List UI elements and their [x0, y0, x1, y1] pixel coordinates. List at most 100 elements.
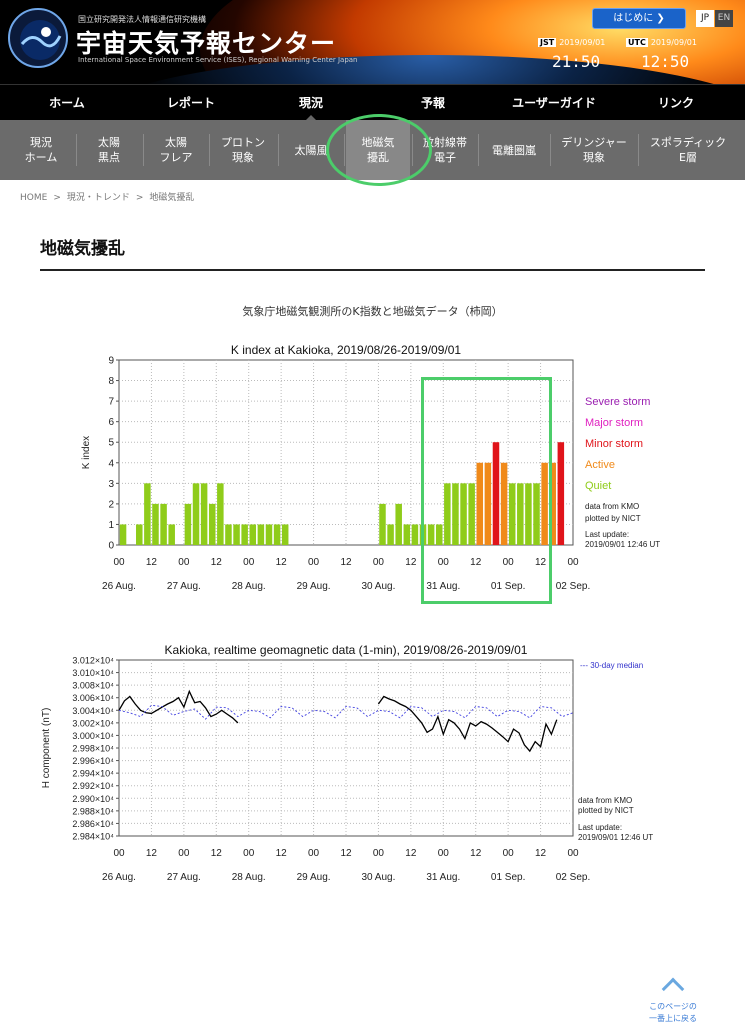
x-day-label: 29 Aug.: [297, 872, 331, 883]
y-tick-label: 3.006×10⁴: [72, 693, 114, 703]
y-tick-label: 2.994×10⁴: [72, 769, 114, 779]
y-tick-label: 2.998×10⁴: [72, 744, 114, 754]
k-index-bar: [379, 503, 386, 545]
y-tick-label: 2.996×10⁴: [72, 756, 114, 766]
y-tick-label: 3.002×10⁴: [72, 718, 114, 728]
y-axis-label: K index: [81, 436, 92, 469]
y-tick-label: 3.000×10⁴: [72, 731, 114, 741]
x-tick-label: 00: [243, 557, 255, 568]
chart-note: data from KMO: [585, 502, 639, 511]
x-tick-label: 12: [146, 848, 158, 859]
y-tick-label: 2.992×10⁴: [72, 781, 114, 791]
x-tick-label: 00: [113, 848, 125, 859]
x-tick-label: 12: [405, 848, 417, 859]
y-tick-label: 6: [108, 417, 114, 428]
k-index-bar: [184, 503, 192, 545]
y-tick-label: 2.984×10⁴: [72, 832, 114, 842]
x-tick-label: 12: [211, 848, 223, 859]
y-tick-label: 0: [108, 541, 114, 552]
chart-title: Kakioka, realtime geomagnetic data (1-mi…: [165, 643, 528, 657]
chart-note: data from KMO: [578, 796, 632, 805]
x-day-label: 31 Aug.: [426, 872, 460, 883]
highlight-box-annotation: [421, 377, 552, 604]
x-day-label: 30 Aug.: [361, 581, 395, 592]
y-tick-label: 2: [108, 499, 114, 510]
x-tick-label: 12: [211, 557, 223, 568]
x-tick-label: 12: [405, 557, 417, 568]
k-index-bar: [136, 524, 143, 545]
x-tick-label: 00: [243, 848, 255, 859]
y-tick-label: 7: [108, 397, 114, 408]
x-day-label: 02 Sep.: [556, 872, 590, 883]
x-day-label: 29 Aug.: [297, 581, 331, 592]
x-tick-label: 00: [308, 557, 320, 568]
y-tick-label: 3.004×10⁴: [72, 706, 114, 716]
k-index-bar: [411, 524, 419, 545]
chart-note: Last update:: [578, 823, 622, 832]
x-tick-label: 00: [438, 848, 450, 859]
legend-active: Active: [585, 459, 615, 471]
back-to-top-link[interactable]: このページの 一番上に戻る: [640, 975, 706, 1024]
x-tick-label: 00: [178, 557, 190, 568]
chart-title: K index at Kakioka, 2019/08/26-2019/09/0…: [231, 343, 462, 357]
x-day-label: 30 Aug.: [361, 872, 395, 883]
x-day-label: 26 Aug.: [102, 872, 136, 883]
k-index-bar: [241, 524, 248, 545]
chart-note: Last update:: [585, 530, 629, 539]
k-index-bar: [281, 524, 289, 545]
y-tick-label: 2.988×10⁴: [72, 806, 114, 816]
legend-minor-storm: Minor storm: [585, 438, 643, 450]
x-tick-label: 12: [470, 848, 482, 859]
k-index-bar: [192, 483, 200, 545]
x-day-label: 02 Sep.: [556, 581, 590, 592]
x-tick-label: 00: [373, 848, 385, 859]
k-index-bar: [273, 524, 281, 545]
x-tick-label: 00: [503, 848, 515, 859]
back-to-top-line2: 一番上に戻る: [649, 1014, 697, 1023]
y-tick-label: 3: [108, 479, 114, 490]
y-tick-label: 5: [108, 438, 114, 449]
x-tick-label: 12: [276, 557, 288, 568]
x-tick-label: 00: [373, 557, 385, 568]
y-tick-label: 3.010×10⁴: [72, 668, 114, 678]
x-tick-label: 12: [276, 848, 288, 859]
chart-note: 2019/09/01 12:46 UT: [578, 833, 653, 842]
k-index-bar: [160, 503, 167, 545]
y-tick-label: 9: [108, 356, 114, 367]
k-index-bar: [168, 524, 175, 545]
chart-note: 2019/09/01 12:46 UT: [585, 540, 660, 549]
x-tick-label: 00: [113, 557, 125, 568]
back-to-top-line1: このページの: [649, 1002, 697, 1011]
chevron-up-icon: [661, 977, 685, 1001]
median-legend: --- 30-day median: [580, 661, 643, 670]
x-tick-label: 00: [567, 848, 579, 859]
x-day-label: 27 Aug.: [167, 581, 201, 592]
k-index-bar: [233, 524, 240, 545]
k-index-bar: [265, 524, 273, 545]
x-tick-label: 12: [340, 557, 352, 568]
chart-note: plotted by NICT: [585, 514, 641, 523]
y-axis-label: H component (nT): [41, 708, 52, 789]
y-tick-label: 3.008×10⁴: [72, 681, 114, 691]
k-index-bar: [217, 483, 224, 545]
y-tick-label: 3.012×10⁴: [72, 656, 114, 666]
k-index-bar: [557, 442, 565, 545]
k-index-bar: [152, 503, 159, 545]
legend-severe-storm: Severe storm: [585, 396, 650, 408]
legend-quiet: Quiet: [585, 480, 611, 492]
k-index-bar: [225, 524, 232, 545]
y-tick-label: 2.990×10⁴: [72, 794, 114, 804]
k-index-bar: [395, 503, 402, 545]
y-tick-label: 8: [108, 376, 114, 387]
legend-major-storm: Major storm: [585, 417, 643, 429]
x-day-label: 28 Aug.: [232, 581, 266, 592]
k-index-bar: [403, 524, 411, 545]
k-index-bar: [249, 524, 257, 545]
x-day-label: 01 Sep.: [491, 872, 525, 883]
charts-canvas: 00 12 00 12 00 12 00 12 00 12 00 12 00 12 0026 Aug. 27 …: [41, 343, 660, 883]
k-index-bar: [208, 503, 216, 545]
x-tick-label: 12: [146, 557, 158, 568]
y-tick-label: 1: [108, 520, 114, 531]
k-index-bar: [387, 524, 394, 545]
k-index-bar: [200, 483, 208, 545]
